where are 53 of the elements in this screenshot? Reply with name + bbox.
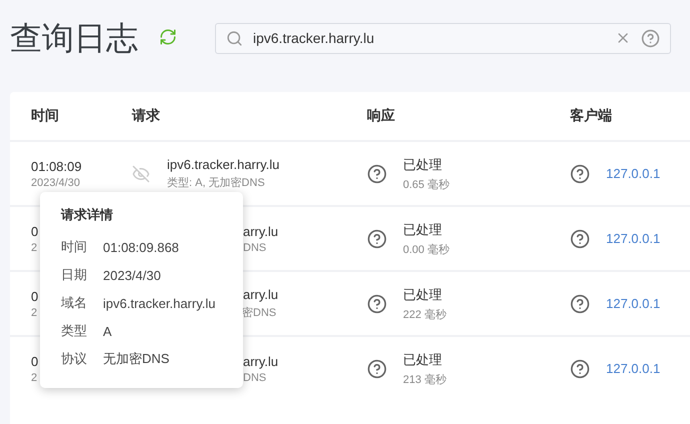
status-text: 已处理 [403,220,443,238]
help-icon[interactable] [570,358,590,378]
help-icon[interactable] [570,228,590,248]
elapsed-text: 0.65 毫秒 [403,178,450,192]
domain-text: ipv6.tracker.harry.lu [167,157,280,172]
column-header: 客户端 [570,107,612,125]
date-text: 2 [31,242,38,254]
field-label: 域名 [61,294,88,312]
request-detail: DNS [243,242,268,254]
popup-title: 请求详情 [61,206,114,224]
help-icon[interactable] [570,294,590,314]
request-detail: DNS [243,372,268,384]
field-value: 2023/4/30 [103,268,161,282]
help-icon[interactable] [570,164,590,184]
search-input[interactable]: ipv6.tracker.harry.lu [251,29,607,47]
help-icon[interactable] [367,228,387,248]
client-link[interactable]: 127.0.0.1 [606,296,660,311]
elapsed-text: 0.00 毫秒 [403,242,450,256]
status-text: 已处理 [403,286,443,304]
column-header: 请求 [132,107,160,125]
client-link[interactable]: 127.0.0.1 [606,166,660,181]
column-header: 时间 [31,107,59,125]
client-link[interactable]: 127.0.0.1 [606,231,660,246]
help-icon[interactable] [641,28,660,48]
help-icon[interactable] [367,358,387,378]
request-detail: 类型: A, 无加密DNS [167,176,266,190]
help-icon[interactable] [367,164,387,184]
time-text: 0 [31,224,38,238]
help-icon[interactable] [367,294,387,314]
request-detail: 密DNS [242,306,278,320]
field-label: 协议 [61,350,88,368]
status-text: 已处理 [403,350,443,368]
page-title: 查询日志 [10,19,138,57]
client-link[interactable]: 127.0.0.1 [606,361,660,376]
domain-text: arry.lu [243,224,278,238]
elapsed-text: 222 毫秒 [403,308,446,322]
field-label: 时间 [61,238,88,256]
time-text: 0 [31,288,38,304]
date-text: 2023/4/30 [31,176,81,188]
time-text: 01:08:09 [31,158,82,174]
field-value: ipv6.tracker.harry.lu [103,296,216,310]
domain-text: arry.lu [243,287,278,302]
field-value: 无加密DNS [103,350,170,368]
search-field[interactable]: ipv6.tracker.harry.lu [215,22,671,54]
status-text: 已处理 [403,156,443,174]
column-header: 响应 [367,107,395,125]
field-value: 01:08:09.868 [103,240,179,254]
search-icon [226,30,243,46]
time-text: 0 [31,354,38,368]
date-text: 2 [31,372,38,384]
domain-text: arry.lu [243,354,278,368]
elapsed-text: 213 毫秒 [403,372,446,386]
date-text: 2 [31,306,38,318]
